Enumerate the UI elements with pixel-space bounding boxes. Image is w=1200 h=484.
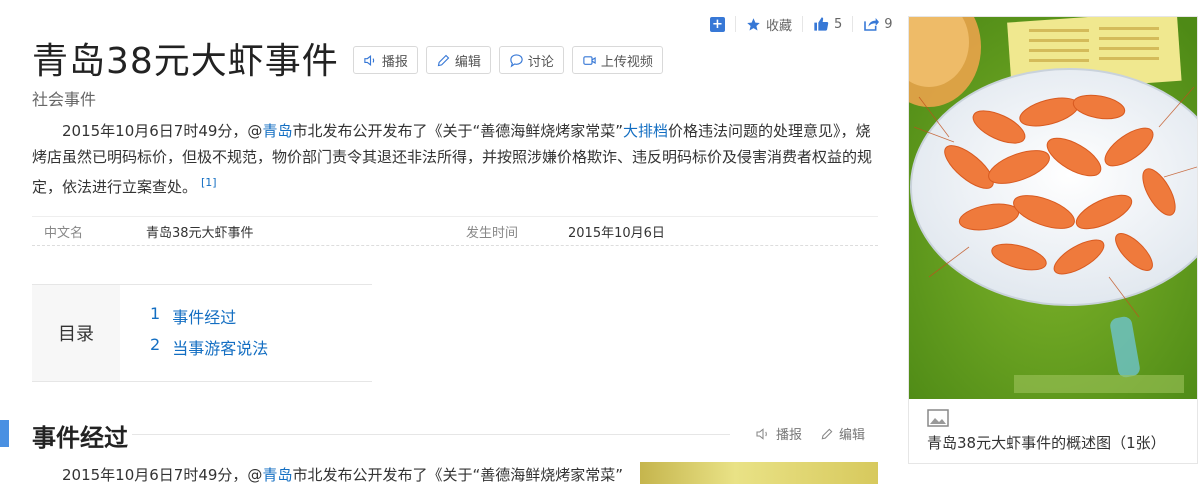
info-value-time: 2015年10月6日 — [568, 225, 665, 241]
toc-item-num: 2 — [150, 335, 161, 354]
dapaidang-link[interactable]: 大排档 — [623, 122, 668, 140]
favorite-label: 收藏 — [766, 18, 793, 34]
section-title: 事件经过 — [32, 424, 128, 452]
broadcast-label: 播报 — [381, 54, 408, 70]
shrimp-photo[interactable] — [909, 17, 1197, 399]
share-count: 9 — [884, 16, 893, 32]
info-key-name: 中文名 — [44, 225, 84, 241]
summary-image-card[interactable]: 青岛38元大虾事件的概述图（1张） — [908, 16, 1198, 464]
discuss-button[interactable]: 讨论 — [498, 46, 564, 74]
info-value-name: 青岛38元大虾事件 — [146, 225, 254, 241]
article-actions: + 收藏 5 9 — [710, 14, 903, 34]
like-count: 5 — [834, 16, 843, 32]
toc-item-2[interactable]: 2 当事游客说法 — [150, 335, 268, 366]
share-icon — [864, 18, 880, 31]
toc-list: 1 事件经过 2 当事游客说法 — [150, 304, 268, 366]
add-button[interactable]: + — [710, 16, 735, 32]
section-marker — [0, 420, 9, 447]
toc-item-label: 当事游客说法 — [172, 339, 269, 358]
summary-text-1: 2015年10月6日7时49分，@ — [62, 122, 263, 140]
discuss-label: 讨论 — [527, 54, 554, 70]
table-of-contents: 目录 1 事件经过 2 当事游客说法 — [32, 284, 372, 382]
edit-button[interactable]: 编辑 — [425, 46, 491, 74]
section-text-2: 市北发布公开发布了《关于“善德海鲜烧烤家常菜” — [292, 466, 623, 484]
qingdao-link[interactable]: 青岛 — [262, 122, 292, 140]
broadcast-button[interactable]: 播报 — [352, 46, 418, 74]
section-edit-button[interactable]: 编辑 — [820, 424, 865, 443]
summary-text-2: 市北发布公开发布了《关于“善德海鲜烧烤家常菜” — [292, 122, 623, 140]
toc-heading: 目录 — [32, 285, 120, 381]
image-caption[interactable]: 青岛38元大虾事件的概述图（1张） — [927, 407, 1187, 455]
like-button[interactable]: 5 — [802, 16, 852, 32]
thumbs-up-icon — [814, 17, 829, 31]
star-icon — [747, 17, 760, 30]
page-title: 青岛38元大虾事件 — [32, 41, 339, 82]
upload-video-button[interactable]: 上传视频 — [571, 46, 663, 74]
section-qingdao-link[interactable]: 青岛 — [262, 466, 292, 484]
section-edit-label: 编辑 — [839, 428, 866, 443]
speaker-icon — [756, 427, 767, 440]
title-buttons: 播报 编辑 讨论 上传视频 — [352, 46, 663, 74]
toc-item-label: 事件经过 — [172, 308, 237, 327]
plus-icon: + — [710, 16, 725, 32]
chat-bubble-icon — [510, 53, 523, 67]
toc-item-num: 1 — [150, 304, 161, 323]
speaker-icon — [364, 54, 374, 66]
share-button[interactable]: 9 — [852, 16, 902, 32]
section-actions: 播报 编辑 — [755, 424, 865, 443]
picture-icon — [927, 409, 949, 427]
pencil-icon — [821, 428, 833, 439]
image-caption-text: 青岛38元大虾事件的概述图（1张） — [927, 434, 1166, 452]
page-subtitle: 社会事件 — [32, 90, 97, 109]
info-key-time: 发生时间 — [466, 225, 519, 241]
summary-paragraph: 2015年10月6日7时49分，@青岛市北发布公开发布了《关于“善德海鲜烧烤家常… — [32, 118, 882, 200]
section-broadcast-label: 播报 — [776, 428, 803, 443]
video-icon — [583, 55, 596, 65]
favorite-button[interactable]: 收藏 — [735, 16, 802, 34]
title-row: 青岛38元大虾事件 播报 编辑 讨论 上传视频 — [32, 32, 663, 84]
section-image[interactable] — [640, 462, 878, 484]
toc-item-1[interactable]: 1 事件经过 — [150, 304, 268, 335]
basic-info: 中文名 青岛38元大虾事件 发生时间 2015年10月6日 — [32, 216, 878, 246]
section-broadcast-button[interactable]: 播报 — [755, 424, 802, 443]
upload-video-label: 上传视频 — [600, 54, 653, 70]
reference-link[interactable]: [1] — [201, 176, 217, 189]
section-text-1: 2015年10月6日7时49分，@ — [62, 466, 263, 484]
section-paragraph: 2015年10月6日7时49分，@青岛市北发布公开发布了《关于“善德海鲜烧烤家常… — [32, 462, 623, 484]
edit-label: 编辑 — [454, 54, 481, 70]
section-divider — [132, 434, 730, 435]
pencil-icon — [437, 54, 450, 66]
